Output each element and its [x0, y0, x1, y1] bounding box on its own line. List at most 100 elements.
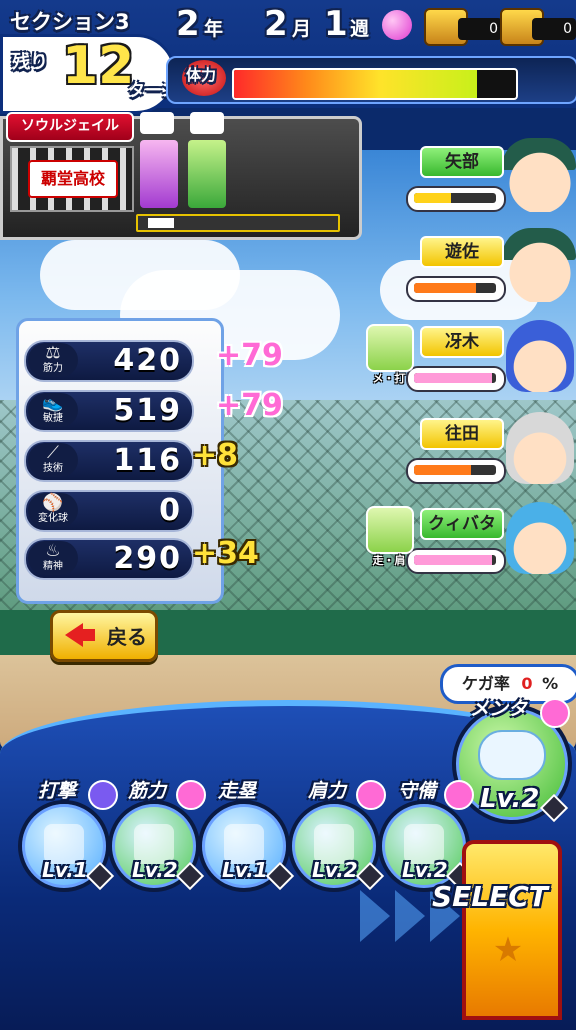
- week-unit: 週: [350, 18, 370, 40]
- bond-gauge-fill: [414, 465, 472, 475]
- character-portrait: [506, 230, 574, 302]
- section-label: セクション3: [10, 10, 130, 34]
- training-level: Lv.2: [132, 858, 178, 882]
- training-title: 走塁: [218, 780, 257, 802]
- stat-gain: +79: [216, 388, 283, 423]
- character-name: 矢部: [420, 146, 504, 178]
- stamina-track: [232, 68, 518, 100]
- dumbbell-icon: [190, 112, 224, 134]
- stat-symbol: ⟋: [47, 443, 59, 463]
- stat-value: 0: [159, 493, 182, 528]
- year-unit: 年: [204, 18, 224, 40]
- bond-gauge-inner: [414, 555, 496, 565]
- character-portrait: [506, 502, 574, 574]
- training-title: 肩力: [308, 780, 347, 802]
- training-level: Lv.1: [42, 858, 88, 882]
- stat-value: 519: [113, 393, 182, 428]
- stamina-label: 体力: [186, 66, 217, 84]
- bat-icon: ⟋ 技術: [28, 443, 78, 477]
- stat-symbol: 👟: [42, 393, 64, 413]
- month-value: 2: [264, 4, 288, 44]
- bond-gauge: [406, 276, 506, 302]
- training-title: 打撃: [38, 780, 77, 802]
- bond-gauge-fill: [414, 555, 492, 565]
- injury-label: ケガ率: [461, 674, 510, 693]
- character-name: 往田: [420, 418, 504, 450]
- stat-label: 敏捷: [43, 413, 63, 424]
- spirit-icon: ♨ 精神: [28, 541, 78, 575]
- bond-gauge-fill: [414, 373, 492, 383]
- stat-label: 技術: [43, 463, 63, 474]
- character-portrait: [506, 140, 574, 212]
- treasure-count: 0: [532, 18, 576, 40]
- week-value: 1: [324, 4, 348, 44]
- character-card-green[interactable]: [188, 140, 226, 208]
- school-logo: 覇堂高校: [28, 160, 118, 198]
- treasure-count: 0: [458, 18, 502, 40]
- character-row[interactable]: 往田: [406, 412, 576, 494]
- training-event-label: メ・打: [372, 372, 406, 385]
- card-badge-icon: [540, 698, 570, 728]
- stat-row: ⚾ 変化球 0: [24, 490, 194, 532]
- training-event-icon: [366, 324, 414, 372]
- school-progress-track: [136, 214, 340, 232]
- bond-gauge-inner: [414, 193, 496, 203]
- stat-row: 👟 敏捷 519: [24, 390, 194, 432]
- training-title: 筋力: [128, 780, 167, 802]
- stat-label: 精神: [43, 561, 63, 572]
- training-title: 守備: [398, 780, 437, 802]
- card-badge-icon: [176, 780, 206, 810]
- arrow-left-icon-tail: [81, 629, 95, 641]
- character-name: 冴木: [420, 326, 504, 358]
- mental-title: メンタ: [470, 698, 528, 720]
- character-row[interactable]: 遊佐: [406, 228, 576, 312]
- character-row[interactable]: 冴木メ・打: [366, 320, 576, 402]
- character-portrait: [506, 412, 574, 484]
- remaining-label: 残り: [12, 52, 48, 73]
- chevron-decoration-icon: [395, 890, 425, 942]
- bond-gauge: [406, 366, 506, 392]
- school-progress-marker: [148, 218, 174, 228]
- stat-row: ♨ 精神 290: [24, 538, 194, 580]
- stat-label: 変化球: [38, 513, 68, 524]
- dumbbell-icon: ⚖ 筋力: [28, 343, 78, 377]
- select-button-label: SELECT: [432, 880, 548, 913]
- stat-label: 筋力: [43, 363, 63, 374]
- training-level: Lv.2: [312, 858, 358, 882]
- character-card-pink[interactable]: [140, 140, 178, 208]
- bond-gauge-inner: [414, 373, 496, 383]
- training-event-icon: [366, 506, 414, 554]
- bond-gauge-fill: [414, 283, 476, 293]
- stat-value: 116: [113, 443, 182, 478]
- bond-gauge: [406, 458, 506, 484]
- back-button[interactable]: 戻る: [50, 610, 158, 662]
- stat-row: ⚖ 筋力 420: [24, 340, 194, 382]
- bond-gauge-fill: [414, 193, 451, 203]
- character-name: 遊佐: [420, 236, 504, 268]
- stat-symbol: ⚾: [42, 493, 64, 513]
- ball-icon: ⚾ 変化球: [28, 493, 78, 527]
- shoe-icon: 👟 敏捷: [28, 393, 78, 427]
- stamina-fill: [234, 70, 477, 98]
- character-row[interactable]: 矢部: [406, 138, 576, 222]
- injury-unit: %: [542, 674, 559, 693]
- character-row[interactable]: クィバタ走・肩: [366, 502, 576, 584]
- bond-gauge: [406, 186, 506, 212]
- back-button-label: 戻る: [107, 625, 147, 649]
- bond-gauge-inner: [414, 283, 496, 293]
- character-name: クィバタ: [420, 508, 504, 540]
- star-icon: ★: [492, 930, 524, 970]
- training-event-label: 走・肩: [372, 554, 406, 567]
- thought-cloud-icon: [478, 730, 546, 780]
- injury-value: 0: [521, 674, 533, 693]
- card-badge-icon: [444, 780, 474, 810]
- month-unit: 月: [292, 18, 312, 40]
- stat-row: ⟋ 技術 116: [24, 440, 194, 482]
- stat-symbol: ♨: [45, 541, 61, 561]
- training-level: Lv.2: [402, 858, 448, 882]
- power-ball-icon[interactable]: [382, 10, 412, 40]
- stat-gain: +8: [192, 438, 239, 473]
- bond-gauge: [406, 548, 506, 574]
- stat-gain: +79: [216, 338, 283, 373]
- card-badge-icon: [356, 780, 386, 810]
